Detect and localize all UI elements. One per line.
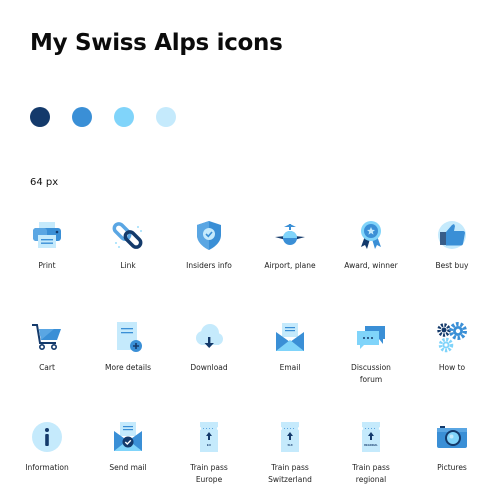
icon-label: Cart <box>39 363 55 372</box>
icon-label: Insiders info <box>186 261 232 270</box>
color-swatch-light-blue <box>114 107 134 127</box>
icon-label: More details <box>105 363 151 372</box>
document-plus-icon <box>117 322 142 352</box>
color-swatch-blue <box>72 107 92 127</box>
icon-label: Discussion forum <box>351 363 391 384</box>
icon-card-insiders-info[interactable]: Insiders info <box>167 218 251 272</box>
icon-label: Train pass Europe <box>190 463 228 484</box>
icon-label: Airport, plane <box>264 261 316 270</box>
train-pass-text: REGIONAL <box>364 443 378 447</box>
icon-label: Train pass regional <box>352 463 390 484</box>
color-palette <box>30 107 176 127</box>
icon-label: Information <box>25 463 69 472</box>
plane-icon <box>275 224 305 245</box>
envelope-open-icon <box>276 323 304 351</box>
cloud-download-icon <box>196 324 223 348</box>
info-icon <box>32 422 62 452</box>
color-swatch-pale-blue <box>156 107 176 127</box>
icon-card-discussion-forum[interactable]: Discussion forum <box>329 320 413 386</box>
icon-label: Email <box>279 363 301 372</box>
chat-bubbles-icon <box>357 326 385 349</box>
icon-label: Pictures <box>437 463 467 472</box>
icon-label: Link <box>120 261 136 270</box>
icon-label: How to <box>438 363 466 372</box>
gears-icon <box>437 322 467 353</box>
train-pass-ch-icon: SUI <box>281 422 299 452</box>
envelope-check-icon <box>114 422 142 451</box>
cart-icon <box>32 324 61 350</box>
icon-card-download[interactable]: Download <box>167 320 251 374</box>
train-pass-text: SUI <box>287 443 292 447</box>
icon-size-label: 64 px <box>30 177 59 188</box>
icon-card-information[interactable]: Information <box>5 420 89 474</box>
icon-card-airport-plane[interactable]: Airport, plane <box>248 218 332 272</box>
train-pass-eu-icon: EU <box>200 422 218 452</box>
icon-label: Print <box>38 261 56 270</box>
link-icon <box>112 222 143 249</box>
icon-card-link[interactable]: Link <box>86 218 170 272</box>
award-icon <box>361 221 381 249</box>
icon-card-send-mail[interactable]: Send mail <box>86 420 170 474</box>
printer-icon <box>33 222 61 248</box>
thumbs-up-icon <box>438 221 466 249</box>
train-pass-regional-icon: REGIONAL <box>362 422 380 452</box>
icon-label: Download <box>190 363 228 372</box>
icon-card-pictures[interactable]: Pictures <box>410 420 494 474</box>
icon-card-train-pass-regional[interactable]: REGIONAL Train pass regional <box>329 420 413 486</box>
page-title: My Swiss Alps icons <box>30 30 283 56</box>
icon-label: Best buy <box>435 261 469 270</box>
color-swatch-navy <box>30 107 50 127</box>
icon-card-award-winner[interactable]: Award, winner <box>329 218 413 272</box>
icon-card-best-buy[interactable]: Best buy <box>410 218 494 272</box>
icon-label: Send mail <box>109 463 147 472</box>
icon-card-cart[interactable]: Cart <box>5 320 89 374</box>
icon-card-how-to[interactable]: How to <box>410 320 494 374</box>
icon-card-train-pass-europe[interactable]: EU Train pass Europe <box>167 420 251 486</box>
train-pass-text: EU <box>207 443 211 447</box>
icon-label: Award, winner <box>344 261 398 270</box>
icon-label: Train pass Switzerland <box>268 463 312 484</box>
icon-card-email[interactable]: Email <box>248 320 332 374</box>
icon-card-more-details[interactable]: More details <box>86 320 170 374</box>
icon-card-print[interactable]: Print <box>5 218 89 272</box>
shield-check-icon <box>197 221 221 250</box>
camera-icon <box>437 426 467 448</box>
icon-card-train-pass-switzerland[interactable]: SUI Train pass Switzerland <box>248 420 332 486</box>
